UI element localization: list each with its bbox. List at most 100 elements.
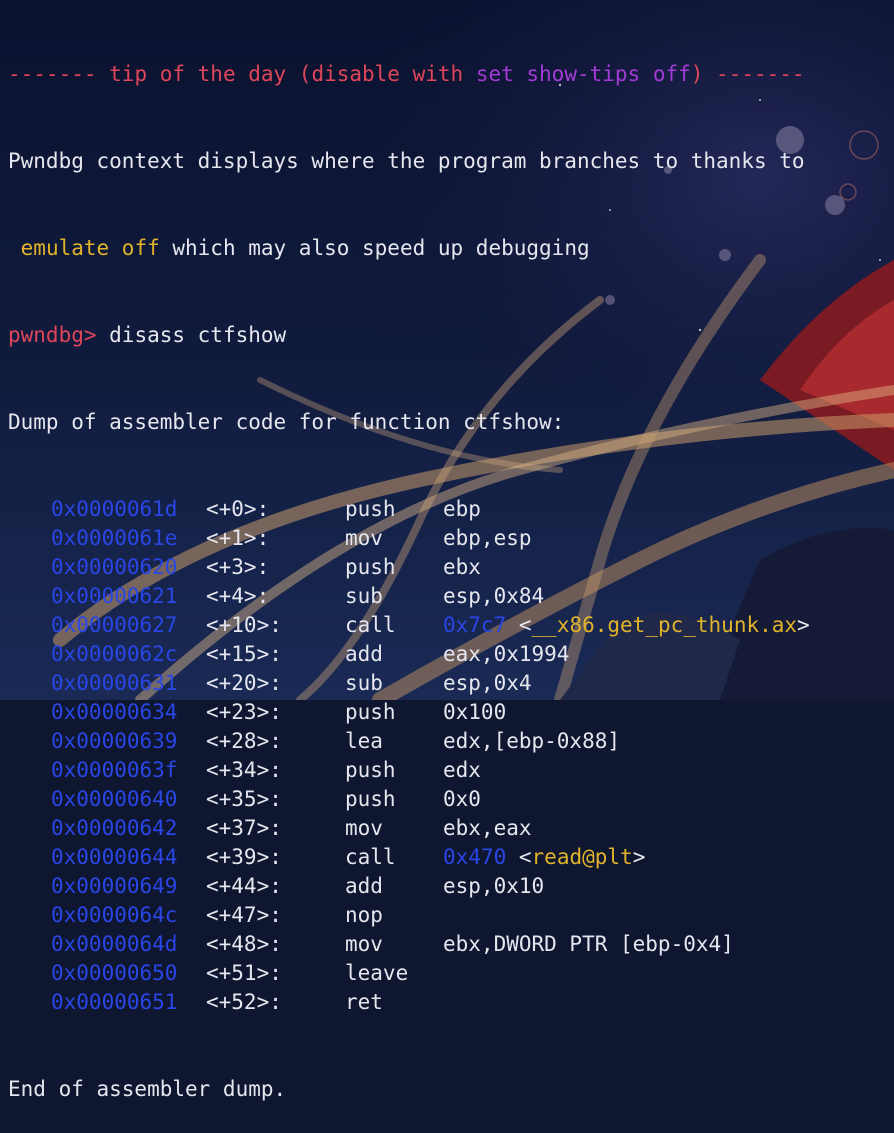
instruction-mnemonic: call (345, 613, 396, 637)
instruction-mnemonic: sub (345, 671, 383, 695)
instruction-operands: esp,0x84 (443, 584, 545, 608)
instruction-mnemonic: call (345, 845, 396, 869)
instruction-row: 0x00000631 <+20>: sub esp,0x4 (8, 669, 894, 698)
instruction-address: 0x00000650 (51, 961, 178, 985)
instruction-row: 0x00000650 <+51>: leave (8, 959, 894, 988)
tip-dashes-right: ------- (716, 62, 805, 86)
instruction-row: 0x00000634 <+23>: push 0x100 (8, 698, 894, 727)
command-line[interactable]: pwndbg> disass ctfshow (8, 321, 894, 350)
instruction-offset: <+10>: (206, 613, 282, 637)
instruction-operands: 0x100 (443, 700, 507, 724)
instruction-address: 0x0000061e (51, 526, 178, 550)
tip-body-line-1: Pwndbg context displays where the progra… (8, 149, 805, 173)
instruction-row: 0x00000651 <+52>: ret (8, 988, 894, 1017)
instruction-row: 0x0000063f <+34>: push edx (8, 756, 894, 785)
instruction-row: 0x00000649 <+44>: add esp,0x10 (8, 872, 894, 901)
call-target-address: 0x7c7 (443, 613, 507, 637)
instruction-mnemonic: leave (345, 961, 409, 985)
call-symbol-name: read@plt (531, 845, 633, 869)
instruction-row: 0x0000064d <+48>: mov ebx,DWORD PTR [ebp-0x… (8, 930, 894, 959)
instruction-offset: <+4>: (206, 584, 270, 608)
instruction-mnemonic: push (345, 497, 396, 521)
instruction-address: 0x00000639 (51, 729, 178, 753)
instruction-offset: <+37>: (206, 816, 282, 840)
instruction-address: 0x00000627 (51, 613, 178, 637)
instruction-address: 0x0000061d (51, 497, 178, 521)
instruction-mnemonic: mov (345, 526, 383, 550)
instruction-offset: <+1>: (206, 526, 270, 550)
instruction-offset: <+0>: (206, 497, 270, 521)
instruction-mnemonic: mov (345, 816, 383, 840)
instruction-operands: ebp,esp (443, 526, 532, 550)
call-symbol-name: __x86.get_pc_thunk.ax (531, 613, 798, 637)
instruction-mnemonic: sub (345, 584, 383, 608)
tip-text-close: ) (690, 62, 717, 86)
instruction-row: 0x00000620 <+3>: push ebx (8, 553, 894, 582)
terminal-output: ------- tip of the day (disable with set… (8, 2, 894, 1133)
instruction-address: 0x0000064c (51, 903, 178, 927)
instruction-address: 0x00000620 (51, 555, 178, 579)
instruction-operands: esp,0x4 (443, 671, 532, 695)
instruction-address: 0x00000644 (51, 845, 178, 869)
instruction-operands: eax,0x1994 (443, 642, 570, 666)
instruction-row: 0x0000061e <+1>: mov ebp,esp (8, 524, 894, 553)
instruction-address: 0x0000063f (51, 758, 178, 782)
instruction-operands: 0x0 (443, 787, 481, 811)
instruction-address: 0x00000640 (51, 787, 178, 811)
instruction-row: 0x00000639 <+28>: lea edx,[ebp-0x88] (8, 727, 894, 756)
tip-highlight: emulate off (20, 236, 160, 260)
instruction-mnemonic: push (345, 700, 396, 724)
instruction-address: 0x0000064d (51, 932, 178, 956)
instruction-offset: <+39>: (206, 845, 282, 869)
instruction-address: 0x00000651 (51, 990, 178, 1014)
tip-body-rest: which may also speed up debugging (159, 236, 590, 260)
instruction-mnemonic: push (345, 555, 396, 579)
instruction-mnemonic: add (345, 642, 383, 666)
instruction-address: 0x00000631 (51, 671, 178, 695)
instruction-list: 0x0000061d <+0>: push ebp 0x0000061e <+1>: mov… (8, 495, 894, 1017)
instruction-offset: <+3>: (206, 555, 270, 579)
instruction-offset: <+48>: (206, 932, 282, 956)
instruction-address: 0x00000649 (51, 874, 178, 898)
tip-body-line-2: emulate off which may also speed up debu… (8, 234, 894, 263)
instruction-operands: ebx,DWORD PTR [ebp-0x4] (443, 932, 734, 956)
instruction-row: 0x00000642 <+37>: mov ebx,eax (8, 814, 894, 843)
pwndbg-prompt: pwndbg> (8, 323, 97, 347)
instruction-row: 0x00000640 <+35>: push 0x0 (8, 785, 894, 814)
command-text[interactable]: disass ctfshow (97, 323, 286, 347)
instruction-row: 0x00000627 <+10>: call 0x7c7 <__x86.get_pc_… (8, 611, 894, 640)
instruction-offset: <+34>: (206, 758, 282, 782)
instruction-mnemonic: ret (345, 990, 383, 1014)
instruction-offset: <+35>: (206, 787, 282, 811)
instruction-row: 0x0000062c <+15>: add eax,0x1994 (8, 640, 894, 669)
tip-command: set show-tips off (475, 62, 691, 86)
instruction-offset: <+28>: (206, 729, 282, 753)
instruction-row: 0x0000064c <+47>: nop (8, 901, 894, 930)
instruction-mnemonic: lea (345, 729, 383, 753)
instruction-row: 0x0000061d <+0>: push ebp (8, 495, 894, 524)
instruction-row: 0x00000644 <+39>: call 0x470 <read@plt> (8, 843, 894, 872)
instruction-mnemonic: nop (345, 903, 383, 927)
instruction-offset: <+20>: (206, 671, 282, 695)
dump-footer: End of assembler dump. (8, 1077, 287, 1101)
instruction-mnemonic: push (345, 758, 396, 782)
instruction-operands: ebx,eax (443, 816, 532, 840)
instruction-mnemonic: push (345, 787, 396, 811)
call-symbol-open: < (518, 613, 532, 637)
call-symbol-close: > (632, 845, 646, 869)
tip-banner: ------- tip of the day (disable with set… (8, 60, 894, 89)
tip-text: tip of the day (disable with (96, 62, 476, 86)
instruction-offset: <+52>: (206, 990, 282, 1014)
instruction-operands: ebx (443, 555, 481, 579)
instruction-address: 0x0000062c (51, 642, 178, 666)
instruction-mnemonic: add (345, 874, 383, 898)
instruction-operands: edx (443, 758, 481, 782)
instruction-offset: <+23>: (206, 700, 282, 724)
instruction-offset: <+47>: (206, 903, 282, 927)
instruction-address: 0x00000621 (51, 584, 178, 608)
instruction-offset: <+15>: (206, 642, 282, 666)
instruction-offset: <+51>: (206, 961, 282, 985)
instruction-mnemonic: mov (345, 932, 383, 956)
instruction-offset: <+44>: (206, 874, 282, 898)
call-symbol-open: < (518, 845, 532, 869)
